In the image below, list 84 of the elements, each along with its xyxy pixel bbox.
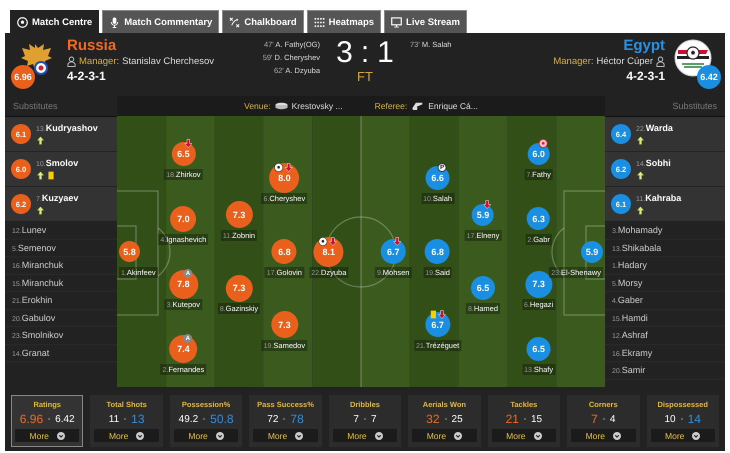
- home-value: 7: [353, 414, 359, 424]
- away-value: 25: [452, 414, 463, 424]
- ball-icon: [274, 163, 284, 172]
- chevron-down-icon: [56, 432, 65, 440]
- tactics-icon: [229, 16, 240, 28]
- chevron-down-icon: [692, 432, 700, 440]
- more-button[interactable]: More: [650, 429, 715, 442]
- grid-dots-icon: [314, 16, 325, 28]
- team-name: Egypt: [623, 37, 665, 54]
- away-value: 15: [530, 414, 542, 424]
- tab[interactable]: Heatmaps: [306, 10, 382, 33]
- away-value: 6.42: [55, 414, 75, 424]
- tab[interactable]: Live Stream: [384, 10, 467, 33]
- venue-name: Krestovsky ...: [292, 101, 343, 111]
- match-status: FT: [357, 69, 373, 84]
- stadium-icon: [274, 102, 288, 110]
- up-arrow-icon: [636, 136, 645, 145]
- away-value: 4: [610, 414, 616, 424]
- chevron-down-icon: [216, 432, 224, 440]
- chevron-down-icon: [136, 432, 144, 440]
- more-button[interactable]: More: [492, 429, 556, 442]
- away-value: 50.8: [210, 412, 234, 426]
- chevron-down-icon: [454, 432, 462, 440]
- down-arrow-icon: [483, 200, 492, 209]
- manager-label: Manager:: [79, 56, 120, 67]
- referee-name: Enrique Cá...: [428, 101, 478, 111]
- manager-label: Manager:: [553, 56, 594, 67]
- chevron-down-icon: [374, 432, 383, 440]
- up-arrow-icon: [36, 136, 45, 145]
- down-arrow-icon: [284, 163, 294, 172]
- team-rating: 6.42: [697, 65, 721, 89]
- tab[interactable]: Match Commentary: [102, 10, 220, 33]
- more-button[interactable]: More: [571, 429, 636, 442]
- referee-label: Referee:: [374, 101, 408, 111]
- away-value: 13: [131, 412, 145, 426]
- away-value: 7: [370, 414, 377, 424]
- chevron-down-icon: [534, 432, 542, 440]
- more-button[interactable]: More: [412, 429, 477, 442]
- more-button[interactable]: More: [253, 429, 318, 442]
- booking-card-icon: [430, 310, 437, 319]
- up-arrow-icon: [36, 206, 45, 215]
- booking-card-icon: [48, 171, 54, 180]
- up-arrow-icon: [636, 171, 645, 180]
- home-value: 11: [108, 414, 120, 424]
- away-value: 14: [688, 412, 701, 426]
- chevron-down-icon: [295, 432, 304, 440]
- tab[interactable]: Match Centre: [10, 10, 100, 33]
- more-button[interactable]: More: [174, 429, 238, 442]
- manager-name: Héctor Cúper: [596, 56, 653, 67]
- away-score: 1: [377, 37, 394, 69]
- tab[interactable]: Chalkboard: [222, 10, 304, 33]
- manager-name: Stanislav Cherchesov: [122, 56, 214, 67]
- home-value: 7: [591, 412, 598, 426]
- home-value: 21: [506, 412, 519, 426]
- home-value: 10: [664, 414, 676, 424]
- down-arrow-icon: [393, 236, 402, 246]
- down-arrow-icon: [183, 138, 192, 148]
- person-icon: [656, 56, 665, 67]
- up-arrow-icon: [636, 206, 645, 215]
- own-goal-icon: [538, 138, 548, 148]
- down-arrow-icon: [438, 310, 447, 319]
- venue-label: Venue:: [244, 101, 271, 111]
- microphone-icon: [109, 16, 120, 28]
- ball-icon: [17, 16, 28, 28]
- formation: 4-2-3-1: [626, 69, 665, 83]
- ball-icon: [318, 236, 328, 246]
- more-button[interactable]: More: [94, 429, 159, 442]
- more-button[interactable]: More: [332, 429, 398, 442]
- down-arrow-icon: [328, 236, 338, 246]
- home-value: 32: [426, 412, 440, 426]
- up-arrow-icon: [36, 171, 45, 180]
- score-separator: :: [360, 37, 370, 69]
- home-score: 3: [336, 37, 353, 69]
- formation: 4-2-3-1: [67, 69, 107, 83]
- home-value: 72: [267, 414, 278, 424]
- person-icon: [67, 56, 76, 67]
- team-rating: 6.96: [11, 65, 35, 89]
- home-value: 6.96: [20, 412, 44, 426]
- team-name: Russia: [67, 37, 118, 54]
- home-value: 49.2: [178, 414, 198, 424]
- more-button[interactable]: More: [15, 429, 80, 442]
- monitor-icon: [391, 16, 402, 28]
- away-value: 78: [290, 412, 304, 426]
- chevron-down-icon: [612, 432, 621, 440]
